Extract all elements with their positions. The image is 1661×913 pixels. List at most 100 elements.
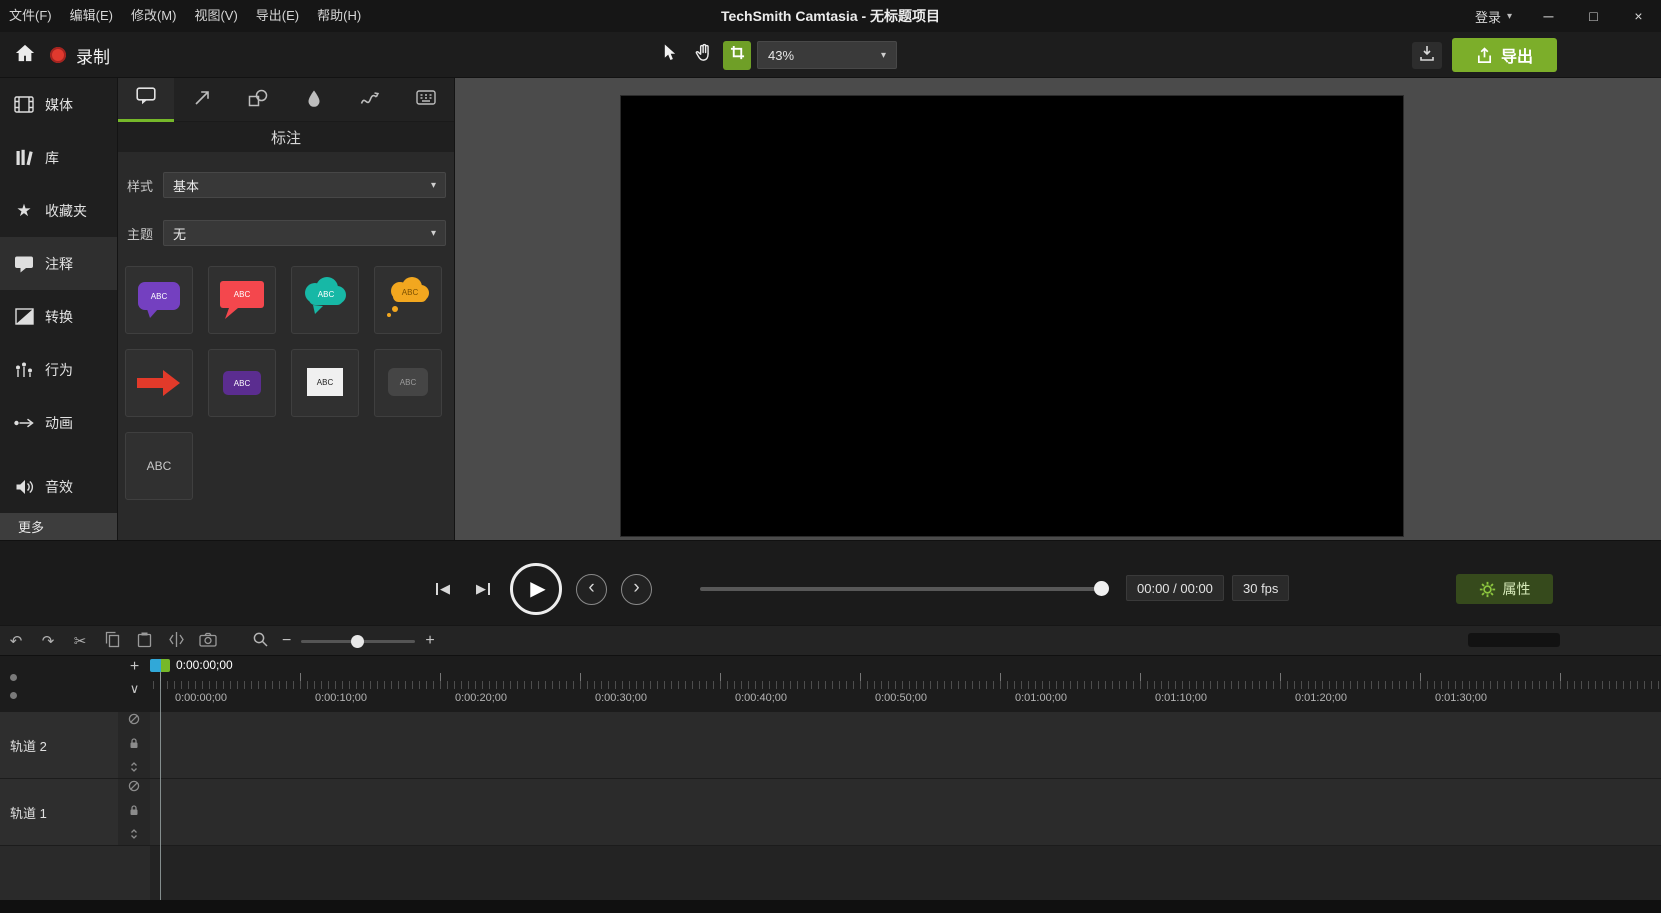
- export-button[interactable]: 导出: [1452, 38, 1557, 72]
- chevron-down-icon: ▾: [430, 227, 436, 239]
- track-height-icon[interactable]: [128, 760, 140, 778]
- maximize-button[interactable]: □: [1571, 0, 1616, 32]
- panel-title: 标注: [118, 122, 454, 152]
- track-lock-icon[interactable]: [128, 736, 140, 754]
- timeline-scrollbar[interactable]: [1468, 633, 1560, 647]
- scrubber-handle[interactable]: [1094, 581, 1109, 596]
- add-track-button[interactable]: +: [126, 658, 143, 675]
- timeline-ruler[interactable]: + ∨ 0:00:00;00 0:00:00;00 0:00:10;00 0:0…: [0, 655, 1661, 712]
- tile-text: ABC: [234, 379, 251, 388]
- hand-icon: [694, 43, 713, 67]
- callout-tile-speech[interactable]: ABC: [208, 266, 276, 334]
- tab-arrows-lines[interactable]: [174, 78, 230, 122]
- callout-tile-textbox[interactable]: ABC: [291, 349, 359, 417]
- crop-tool-button[interactable]: [723, 40, 751, 70]
- video-preview[interactable]: [620, 95, 1404, 537]
- zoom-in-button[interactable]: +: [425, 633, 434, 649]
- collapse-tracks-button[interactable]: ∨: [126, 680, 143, 697]
- copy-icon: [104, 631, 121, 652]
- sidebar-item-label: 转换: [45, 308, 73, 325]
- status-bar: [0, 900, 1661, 913]
- track-disable-icon[interactable]: [128, 712, 140, 730]
- timeline-zoom-button[interactable]: [248, 629, 272, 653]
- playhead-out-handle[interactable]: [161, 659, 170, 672]
- callout-tile-cloud[interactable]: ABC: [291, 266, 359, 334]
- canvas-tools: 43% ▾: [655, 40, 897, 70]
- pan-tool-button[interactable]: [689, 41, 717, 70]
- close-button[interactable]: ×: [1616, 0, 1661, 32]
- callout-tile-rounded[interactable]: ABC: [125, 266, 193, 334]
- next-frame-button[interactable]: ▶: [470, 576, 496, 602]
- sidebar-item-audio-effects[interactable]: 音效: [0, 460, 117, 513]
- menu-help[interactable]: 帮助(H): [308, 0, 370, 32]
- track-disable-icon[interactable]: [128, 779, 140, 797]
- tab-sketch-motion[interactable]: [342, 78, 398, 122]
- tab-callouts[interactable]: [118, 78, 174, 122]
- zoom-out-button[interactable]: −: [282, 633, 291, 649]
- sidebar-item-label: 库: [45, 149, 59, 166]
- sign-in-button[interactable]: 登录 ▾: [1461, 7, 1526, 26]
- ruler-label: 0:01:10;00: [1155, 692, 1207, 704]
- cursor-tool-button[interactable]: [655, 41, 683, 70]
- marker-toggle-icon[interactable]: [10, 674, 17, 681]
- callout-tile-arrow[interactable]: [125, 349, 193, 417]
- jump-back-button[interactable]: ‹: [576, 573, 607, 605]
- preview-scrubber[interactable]: [700, 587, 1108, 591]
- menu-export[interactable]: 导出(E): [247, 0, 308, 32]
- jump-forward-button[interactable]: ›: [621, 573, 652, 605]
- record-button[interactable]: 录制: [50, 32, 110, 78]
- canvas-zoom-dropdown[interactable]: 43% ▾: [757, 41, 897, 69]
- playhead-line[interactable]: [160, 672, 161, 900]
- minimize-button[interactable]: ─: [1526, 0, 1571, 32]
- undo-button[interactable]: ↶: [4, 629, 28, 653]
- playhead-in-handle[interactable]: [150, 659, 161, 672]
- transition-icon: [13, 308, 35, 325]
- redo-button[interactable]: ↷: [36, 629, 60, 653]
- paste-button[interactable]: [132, 629, 156, 653]
- tab-keystroke-callouts[interactable]: [398, 78, 454, 122]
- track-header[interactable]: 轨道 2: [0, 712, 118, 779]
- tab-shapes[interactable]: [230, 78, 286, 122]
- cut-button[interactable]: ✂: [68, 629, 92, 653]
- sidebar-item-behaviors[interactable]: 行为: [0, 343, 117, 396]
- record-icon: [50, 47, 66, 63]
- properties-button[interactable]: 属性: [1456, 574, 1553, 604]
- menu-file[interactable]: 文件(F): [0, 0, 61, 32]
- sidebar-item-media[interactable]: 媒体: [0, 78, 117, 131]
- tab-blur-highlight[interactable]: [286, 78, 342, 122]
- sidebar-item-annotations[interactable]: 注释: [0, 237, 117, 290]
- timeline-zoom-slider[interactable]: [301, 634, 416, 648]
- track-lane[interactable]: [150, 712, 1661, 779]
- screenshot-button[interactable]: [196, 629, 220, 653]
- split-button[interactable]: [164, 629, 188, 653]
- play-button[interactable]: ▶: [510, 563, 562, 615]
- callout-tile-plain-text[interactable]: ABC: [125, 432, 193, 500]
- callout-tile-subtle[interactable]: ABC: [374, 349, 442, 417]
- callout-tile-thought[interactable]: ABC: [374, 266, 442, 334]
- theme-dropdown[interactable]: 无 ▾: [163, 220, 446, 246]
- share-icon: [1476, 46, 1493, 64]
- menu-edit[interactable]: 编辑(E): [61, 0, 122, 32]
- annotations-panel: 标注 样式 基本 ▾ 主题 无 ▾ ABC ABC ABC ABC ABC AB…: [118, 78, 455, 540]
- previous-frame-button[interactable]: ◀: [430, 576, 456, 602]
- squiggle-tab-icon: [360, 90, 380, 111]
- track-lane[interactable]: [150, 779, 1661, 846]
- sidebar-item-animations[interactable]: 动画: [0, 396, 117, 449]
- sidebar-item-favorites[interactable]: ★ 收藏夹: [0, 184, 117, 237]
- download-button[interactable]: [1412, 42, 1442, 69]
- menu-view[interactable]: 视图(V): [185, 0, 246, 32]
- sidebar-more-button[interactable]: 更多: [0, 513, 117, 540]
- copy-button[interactable]: [100, 629, 124, 653]
- step-back-icon: ◀: [440, 581, 450, 596]
- sidebar-item-library[interactable]: 库: [0, 131, 117, 184]
- sidebar-item-transitions[interactable]: 转换: [0, 290, 117, 343]
- home-button[interactable]: [12, 43, 38, 67]
- zoom-slider-handle[interactable]: [351, 634, 365, 648]
- callout-tile-banner[interactable]: ABC: [208, 349, 276, 417]
- quiz-toggle-icon[interactable]: [10, 692, 17, 699]
- menu-modify[interactable]: 修改(M): [122, 0, 186, 32]
- track-lock-icon[interactable]: [128, 803, 140, 821]
- track-height-icon[interactable]: [128, 827, 140, 845]
- track-header[interactable]: 轨道 1: [0, 779, 118, 846]
- style-dropdown[interactable]: 基本 ▾: [163, 172, 446, 198]
